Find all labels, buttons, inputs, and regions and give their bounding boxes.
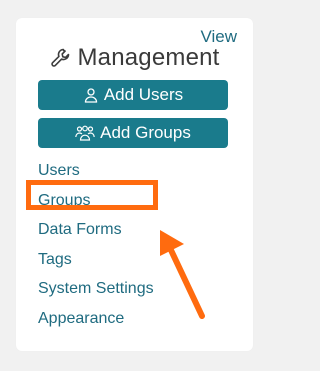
management-panel: View Management Add Users Add Groups Use…	[16, 18, 253, 351]
add-users-button[interactable]: Add Users	[38, 80, 228, 110]
wrench-icon	[49, 46, 73, 70]
add-groups-label: Add Groups	[100, 123, 191, 142]
add-users-label: Add Users	[103, 85, 184, 104]
management-nav: Users Groups Data Forms Tags System Sett…	[38, 156, 154, 333]
user-icon	[83, 87, 99, 103]
nav-item-users[interactable]: Users	[38, 156, 154, 186]
panel-title: Management	[77, 44, 220, 71]
group-icon	[75, 125, 95, 141]
panel-header: Management	[16, 44, 253, 72]
nav-item-tags[interactable]: Tags	[38, 245, 154, 275]
nav-item-data-forms[interactable]: Data Forms	[38, 215, 154, 245]
nav-item-groups[interactable]: Groups	[38, 186, 154, 216]
nav-item-appearance[interactable]: Appearance	[38, 304, 154, 334]
add-groups-button[interactable]: Add Groups	[38, 118, 228, 148]
nav-item-system-settings[interactable]: System Settings	[38, 274, 154, 304]
